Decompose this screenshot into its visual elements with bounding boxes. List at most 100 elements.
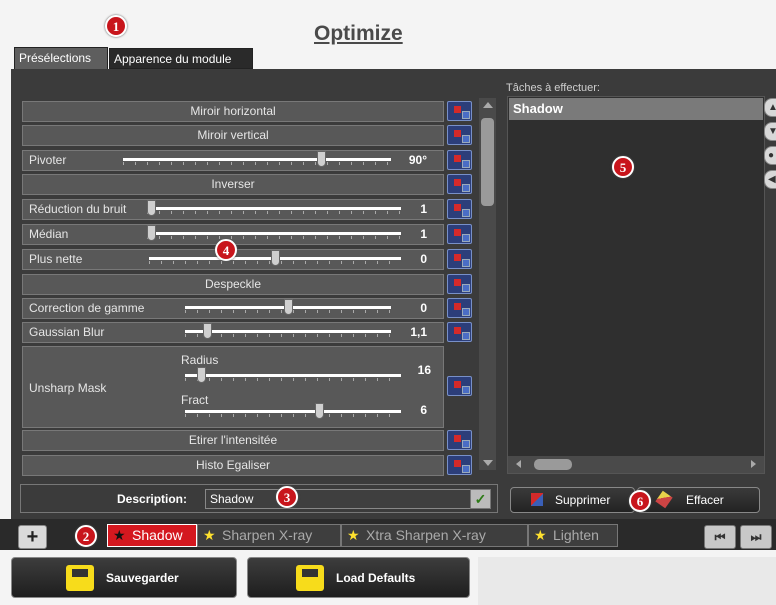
- radius-slider[interactable]: [185, 367, 401, 383]
- slider-thumb[interactable]: [202, 323, 212, 339]
- slider-thumb[interactable]: [317, 151, 327, 167]
- tasks-label: Tâches à effectuer:: [506, 82, 600, 94]
- tab-module-appearance[interactable]: Apparence du module: [109, 48, 253, 69]
- slider-thumb[interactable]: [315, 403, 325, 419]
- preset-item-xtra-sharpen-xray[interactable]: ★ Xtra Sharpen X-ray: [341, 524, 528, 547]
- scroll-up-icon[interactable]: [483, 102, 493, 108]
- filter-row-gamme: Correction de gamme 0: [22, 298, 444, 319]
- filter-row-despeckle[interactable]: Despeckle: [22, 274, 444, 295]
- filters-scrollbar[interactable]: [479, 98, 496, 470]
- tab-presets[interactable]: Présélections: [14, 47, 108, 69]
- slider-thumb[interactable]: [147, 200, 156, 216]
- filter-label: Réduction du bruit: [29, 202, 127, 216]
- star-icon: ★: [113, 527, 126, 543]
- filter-row-histo[interactable]: Histo Egaliser: [22, 455, 444, 476]
- slider-thumb[interactable]: [147, 225, 156, 241]
- preset-label: Sharpen X-ray: [222, 527, 313, 543]
- move-left-icon[interactable]: ◀: [764, 170, 776, 189]
- filter-label: Histo Egaliser: [195, 458, 271, 472]
- marker-5: 5: [612, 156, 634, 178]
- add-filter-button[interactable]: [447, 322, 472, 342]
- add-filter-button[interactable]: [447, 150, 472, 170]
- median-slider[interactable]: [147, 225, 401, 241]
- noise-reduction-slider[interactable]: [147, 200, 401, 216]
- filter-label: Médian: [29, 227, 69, 241]
- scroll-down-icon[interactable]: [483, 460, 493, 466]
- save-button[interactable]: Sauvegarder: [11, 557, 237, 598]
- preset-item-shadow[interactable]: ★ Shadow: [107, 524, 197, 547]
- fract-value: 6: [420, 403, 427, 417]
- window-title: Optimize: [314, 22, 403, 45]
- preset-label: Shadow: [132, 527, 183, 543]
- scroll-thumb[interactable]: [481, 118, 494, 206]
- add-filter-button[interactable]: [447, 199, 472, 219]
- star-icon: ★: [203, 527, 216, 543]
- last-page-icon[interactable]: ⏭: [740, 525, 772, 549]
- scroll-right-icon[interactable]: [751, 460, 756, 468]
- gaussian-slider[interactable]: [185, 323, 391, 339]
- add-filter-button[interactable]: [447, 101, 472, 121]
- filter-label: Miroir vertical: [197, 128, 269, 142]
- confirm-check-icon[interactable]: ✓: [470, 489, 491, 509]
- description-input[interactable]: [205, 489, 485, 509]
- scroll-left-icon[interactable]: [516, 460, 521, 468]
- filter-label: Plus nette: [29, 252, 83, 266]
- add-filter-button[interactable]: [447, 376, 472, 396]
- fract-slider[interactable]: [185, 403, 401, 419]
- footer-blank: [478, 557, 776, 605]
- filter-label: Pivoter: [29, 153, 67, 167]
- delete-label: Supprimer: [555, 493, 611, 507]
- marker-6: 6: [629, 490, 651, 512]
- filter-value: 90°: [408, 153, 427, 167]
- filter-row-inverser[interactable]: Inverser: [22, 174, 444, 195]
- load-defaults-button[interactable]: Load Defaults: [247, 557, 470, 598]
- add-filter-button[interactable]: [447, 274, 472, 294]
- filter-row-miroir-vertical[interactable]: Miroir vertical: [22, 125, 444, 146]
- filter-label: Miroir horizontal: [190, 104, 276, 118]
- filter-label: Inverser: [211, 177, 255, 191]
- add-preset-button[interactable]: +: [18, 525, 47, 549]
- scroll-thumb[interactable]: [534, 459, 572, 470]
- star-icon: ★: [534, 527, 547, 543]
- move-down-icon[interactable]: ▼: [764, 122, 776, 141]
- slider-thumb[interactable]: [283, 299, 293, 315]
- radius-value: 16: [417, 363, 431, 377]
- delete-icon: [531, 493, 543, 506]
- filter-row-pivoter: Pivoter 90°: [22, 150, 444, 171]
- clear-button[interactable]: Effacer: [637, 487, 760, 513]
- filter-value: 0: [420, 252, 427, 266]
- filter-row-reduction-bruit: Réduction du bruit 1: [22, 199, 444, 220]
- gamma-slider[interactable]: [185, 299, 391, 315]
- sharpen-slider[interactable]: [149, 250, 401, 266]
- task-list[interactable]: Shadow: [507, 96, 765, 474]
- floppy-icon: [66, 565, 94, 591]
- filter-label: Gaussian Blur: [29, 325, 105, 339]
- preset-item-lighten[interactable]: ★ Lighten: [528, 524, 618, 547]
- filter-row-gaussian: Gaussian Blur 1,1: [22, 322, 444, 343]
- circle-icon[interactable]: ●: [764, 146, 776, 165]
- move-top-icon[interactable]: ▲: [764, 98, 776, 117]
- tasks-hscrollbar[interactable]: [508, 456, 764, 473]
- filter-row-miroir-horizontal[interactable]: Miroir horizontal: [22, 101, 444, 122]
- add-filter-button[interactable]: [447, 125, 472, 145]
- description-bar: Description: ✓: [20, 484, 498, 513]
- add-filter-button[interactable]: [447, 455, 472, 475]
- first-page-icon[interactable]: ⏮: [704, 525, 736, 549]
- star-icon: ★: [347, 527, 360, 543]
- marker-2: 2: [75, 525, 97, 547]
- add-filter-button[interactable]: [447, 430, 472, 450]
- clear-label: Effacer: [686, 493, 724, 507]
- preset-item-sharpen-xray[interactable]: ★ Sharpen X-ray: [197, 524, 341, 547]
- add-filter-button[interactable]: [447, 174, 472, 194]
- add-filter-button[interactable]: [447, 224, 472, 244]
- pivoter-slider[interactable]: [123, 151, 391, 167]
- add-filter-button[interactable]: [447, 298, 472, 318]
- task-item[interactable]: Shadow: [509, 98, 763, 120]
- filter-value: 1,1: [410, 325, 427, 339]
- slider-thumb[interactable]: [197, 367, 207, 383]
- save-label: Sauvegarder: [106, 571, 179, 585]
- filter-row-etirer[interactable]: Etirer l'intensitée: [22, 430, 444, 451]
- delete-button[interactable]: Supprimer: [510, 487, 635, 513]
- slider-thumb[interactable]: [270, 250, 280, 266]
- add-filter-button[interactable]: [447, 249, 472, 269]
